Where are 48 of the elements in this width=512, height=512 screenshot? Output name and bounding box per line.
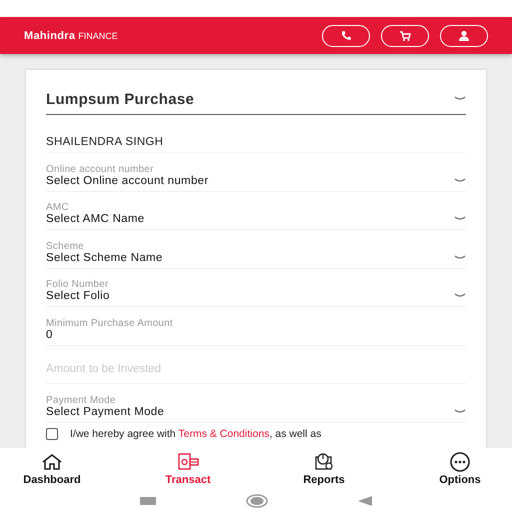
dropdown-value: Select Folio bbox=[46, 290, 110, 302]
chevron-down-icon bbox=[454, 293, 466, 299]
nav-tab[interactable]: Dashboard bbox=[6, 450, 98, 488]
terms-link[interactable]: Terms & Conditions bbox=[178, 428, 270, 440]
recents-icon[interactable] bbox=[140, 496, 156, 506]
dropdown-field[interactable]: Select Payment Mode bbox=[46, 406, 466, 418]
phone-icon bbox=[340, 30, 352, 42]
back-icon[interactable] bbox=[358, 496, 372, 506]
field-label: Scheme bbox=[46, 240, 85, 252]
field-label: Online account number bbox=[46, 164, 155, 174]
form-type-dropdown[interactable]: Lumpsum Purchase bbox=[46, 84, 466, 115]
dropdown-field[interactable]: Select Online account number bbox=[46, 174, 466, 186]
cart-button[interactable] bbox=[381, 24, 429, 46]
field-label: Folio Number bbox=[46, 279, 110, 290]
dropdown-field[interactable]: Select Scheme Name bbox=[46, 252, 466, 264]
chevron-down-icon bbox=[454, 408, 466, 414]
cart-icon bbox=[399, 30, 411, 42]
checkbox[interactable] bbox=[46, 428, 58, 440]
field-label: Minimum Purchase Amount bbox=[46, 318, 174, 328]
nav-tab[interactable]: Options bbox=[414, 450, 506, 488]
dropdown-value: Select Payment Mode bbox=[46, 406, 164, 418]
dropdown-value: Select Online account number bbox=[46, 174, 208, 186]
investor-name: SHAILENDRA SINGH bbox=[46, 136, 164, 148]
agreement-text: I/we hereby agree with Terms & Conditions, as well as bbox=[70, 428, 322, 440]
nav-tab[interactable]: Transact bbox=[142, 450, 234, 488]
transaction-icon bbox=[177, 452, 199, 472]
chevron-down-icon bbox=[454, 96, 466, 102]
nav-tab[interactable]: Reports bbox=[278, 450, 370, 488]
field-label: AMC bbox=[46, 202, 70, 213]
field-value: 0 bbox=[46, 328, 54, 340]
chevron-down-icon bbox=[454, 216, 466, 222]
dropdown-value: Select AMC Name bbox=[46, 213, 144, 225]
dropdown-value: Select Scheme Name bbox=[46, 252, 163, 264]
logo-text: FINANCE bbox=[78, 30, 118, 40]
chevron-down-icon bbox=[454, 254, 466, 260]
dropdown-field[interactable]: Select AMC Name bbox=[46, 213, 466, 225]
form-title: Lumpsum Purchase bbox=[46, 90, 194, 108]
chevron-down-icon bbox=[454, 178, 466, 184]
home-icon[interactable] bbox=[246, 494, 268, 508]
report-icon bbox=[313, 452, 335, 472]
profile-button[interactable] bbox=[440, 24, 488, 46]
user-icon bbox=[458, 30, 470, 42]
more-icon bbox=[449, 452, 471, 472]
dropdown-field[interactable]: Select Folio bbox=[46, 290, 466, 302]
house-icon bbox=[41, 452, 63, 472]
field-label: Payment Mode bbox=[46, 394, 117, 406]
logo-text: Mahindra bbox=[24, 30, 76, 42]
phone-button[interactable] bbox=[322, 24, 370, 46]
